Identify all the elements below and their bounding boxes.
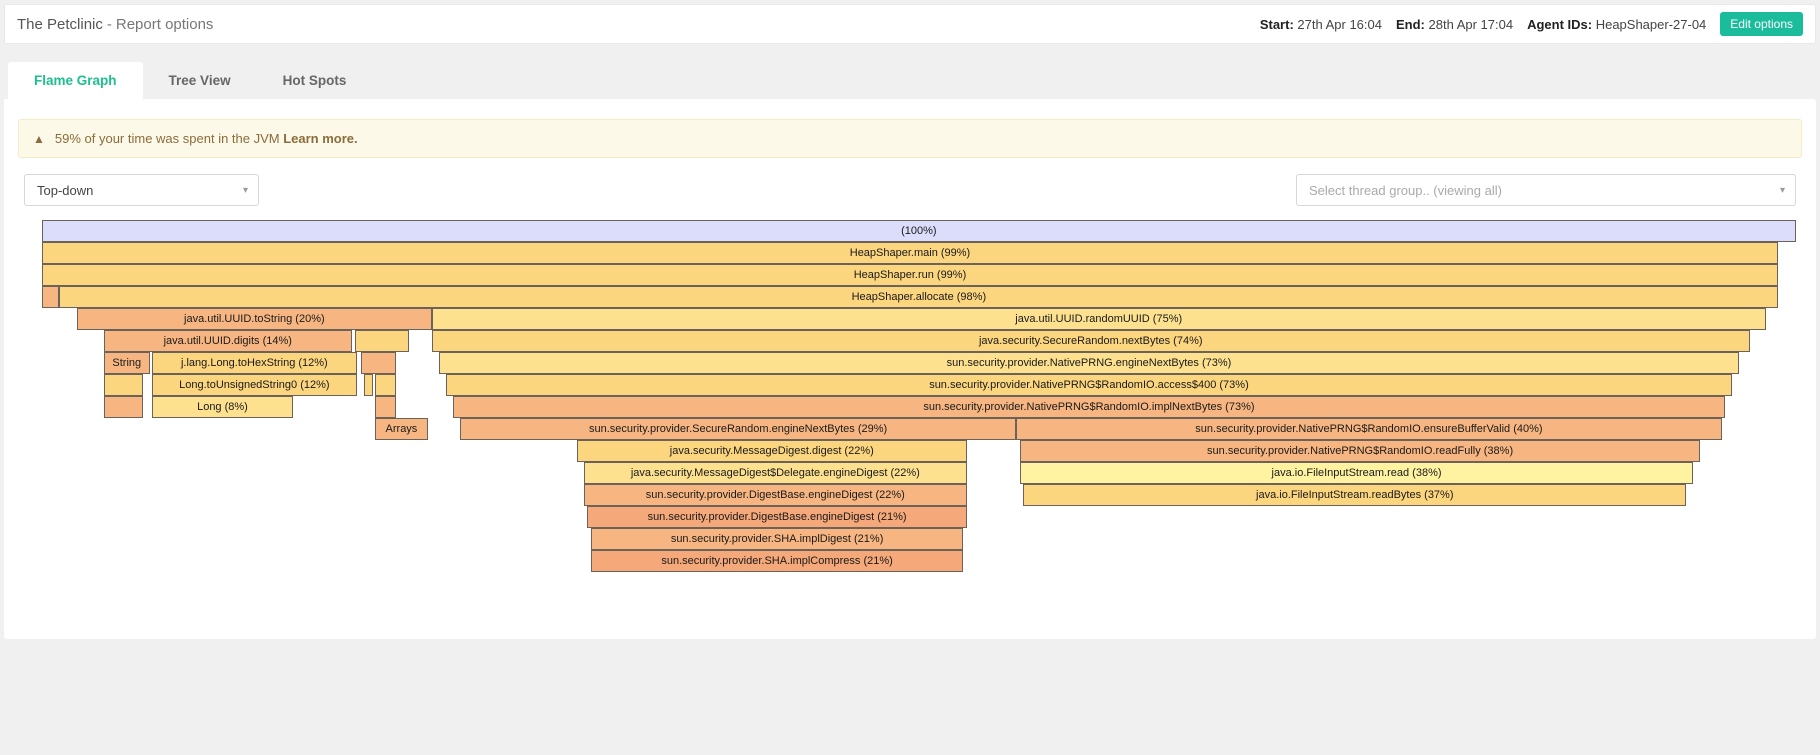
flame-frame[interactable]: Long.toUnsignedString0 (12%) xyxy=(152,374,358,396)
chevron-down-icon: ▾ xyxy=(243,185,248,196)
tab-panel: ▲ 59% of your time was spent in the JVM … xyxy=(4,99,1816,639)
chevron-down-icon: ▾ xyxy=(1780,185,1785,196)
flame-frame[interactable]: HeapShaper.main (99%) xyxy=(42,242,1779,264)
flame-frame[interactable]: sun.security.provider.SecureRandom.engin… xyxy=(460,418,1016,440)
start-time: Start: 27th Apr 16:04 xyxy=(1260,17,1382,32)
agent-ids: Agent IDs: HeapShaper-27-04 xyxy=(1527,17,1706,32)
direction-select[interactable]: Top-down ▾ xyxy=(24,174,259,206)
flame-graph[interactable]: (100%)HeapShaper.main (99%)HeapShaper.ru… xyxy=(18,220,1802,572)
flame-frame[interactable]: Arrays xyxy=(375,418,428,440)
flame-frame[interactable]: sun.security.provider.SHA.implCompress (… xyxy=(591,550,963,572)
end-time: End: 28th Apr 17:04 xyxy=(1396,17,1513,32)
flame-frame[interactable]: java.util.UUID.toString (20%) xyxy=(77,308,431,330)
flame-frame[interactable]: sun.security.provider.DigestBase.engineD… xyxy=(587,506,966,528)
flame-frame[interactable]: HeapShaper.allocate (98%) xyxy=(59,286,1778,308)
flame-frame[interactable]: java.security.MessageDigest.digest (22%) xyxy=(577,440,967,462)
flame-frame[interactable]: sun.security.provider.SHA.implDigest (21… xyxy=(591,528,963,550)
flame-frame[interactable]: sun.security.provider.NativePRNG$RandomI… xyxy=(453,396,1725,418)
flame-frame[interactable] xyxy=(375,396,396,418)
tab-bar: Flame Graph Tree View Hot Spots xyxy=(4,44,1816,99)
flame-frame[interactable] xyxy=(104,374,143,396)
alert-text: 59% of your time was spent in the JVM xyxy=(55,131,283,146)
flame-frame[interactable] xyxy=(355,330,408,352)
flame-frame[interactable]: java.io.FileInputStream.readBytes (37%) xyxy=(1023,484,1686,506)
flame-frame[interactable]: Long (8%) xyxy=(152,396,294,418)
flame-frame[interactable] xyxy=(104,396,143,418)
report-subtitle: Report options xyxy=(116,16,214,33)
flame-frame[interactable]: sun.security.provider.NativePRNG$RandomI… xyxy=(1016,418,1721,440)
flame-frame[interactable]: java.util.UUID.digits (14%) xyxy=(104,330,352,352)
flame-frame[interactable]: sun.security.provider.DigestBase.engineD… xyxy=(584,484,967,506)
alert-learn-more-link[interactable]: Learn more. xyxy=(283,131,357,146)
report-header: The Petclinic - Report options Start: 27… xyxy=(4,4,1816,44)
flame-frame[interactable] xyxy=(375,374,396,396)
flame-frame[interactable]: java.util.UUID.randomUUID (75%) xyxy=(432,308,1766,330)
flame-frame[interactable]: String xyxy=(104,352,150,374)
flame-frame[interactable]: (100%) xyxy=(42,220,1796,242)
tab-tree-view[interactable]: Tree View xyxy=(143,62,257,99)
report-title[interactable]: The Petclinic xyxy=(17,16,103,33)
flame-frame[interactable]: sun.security.provider.NativePRNG.engineN… xyxy=(439,352,1740,374)
flame-frame[interactable]: java.io.FileInputStream.read (38%) xyxy=(1020,462,1693,484)
flame-frame[interactable] xyxy=(364,374,373,396)
flame-frame[interactable]: sun.security.provider.NativePRNG$RandomI… xyxy=(446,374,1732,396)
jvm-time-alert: ▲ 59% of your time was spent in the JVM … xyxy=(18,119,1802,158)
title-separator: - xyxy=(107,16,112,33)
flame-frame[interactable]: sun.security.provider.NativePRNG$RandomI… xyxy=(1020,440,1700,462)
flame-frame[interactable]: j.lang.Long.toHexString (12%) xyxy=(152,352,358,374)
flame-frame[interactable] xyxy=(361,352,396,374)
flame-frame[interactable] xyxy=(42,286,60,308)
edit-options-button[interactable]: Edit options xyxy=(1720,12,1803,36)
thread-group-select[interactable]: Select thread group.. (viewing all) ▾ xyxy=(1296,174,1796,206)
warning-icon: ▲ xyxy=(33,132,45,146)
flame-frame[interactable]: java.security.MessageDigest$Delegate.eng… xyxy=(584,462,967,484)
flame-frame[interactable]: HeapShaper.run (99%) xyxy=(42,264,1779,286)
tab-hot-spots[interactable]: Hot Spots xyxy=(257,62,373,99)
tab-flame-graph[interactable]: Flame Graph xyxy=(8,62,143,99)
flame-frame[interactable]: java.security.SecureRandom.nextBytes (74… xyxy=(432,330,1750,352)
